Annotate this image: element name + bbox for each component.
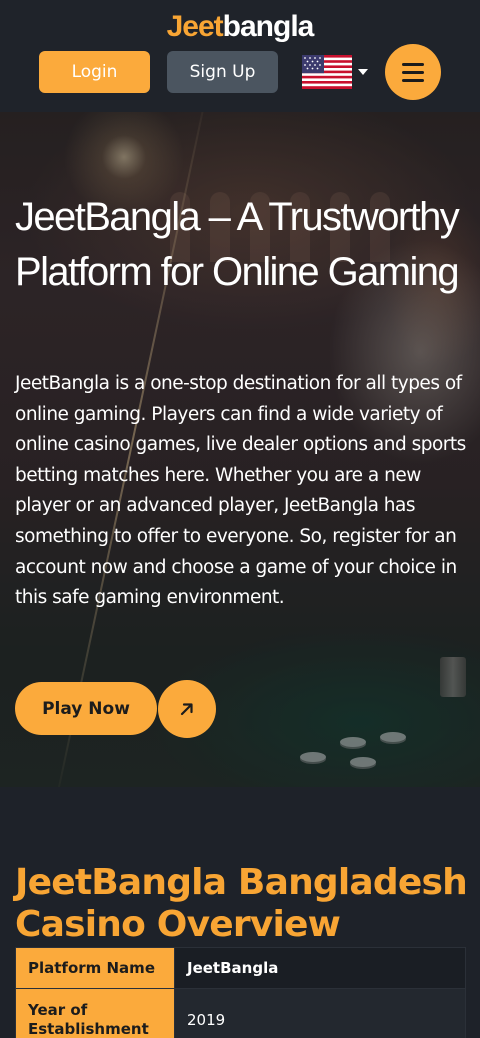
- hamburger-menu-icon[interactable]: [385, 44, 441, 100]
- play-now-button[interactable]: Play Now: [15, 682, 157, 735]
- overview-table: Platform Name JeetBangla Year of Establi…: [15, 947, 466, 1038]
- site-header: Jeetbangla Login Sign Up: [0, 0, 480, 112]
- table-key: Year of Establishment: [15, 988, 175, 1038]
- table-row: Year of Establishment 2019: [15, 988, 466, 1038]
- overview-title: JeetBangla Bangladesh Casino Overview: [15, 862, 468, 945]
- arrow-up-right-icon[interactable]: [158, 680, 216, 738]
- table-key: Platform Name: [15, 947, 175, 989]
- language-selector[interactable]: [302, 54, 370, 90]
- logo[interactable]: Jeetbangla: [0, 10, 480, 44]
- hero-section: JeetBangla – A Trustworthy Platform for …: [0, 112, 480, 787]
- login-button[interactable]: Login: [39, 51, 150, 93]
- hero-description: JeetBangla is a one-stop destination for…: [15, 373, 466, 609]
- us-flag-icon: [302, 55, 352, 89]
- logo-part-jeet: Jeet: [166, 10, 224, 43]
- hero-title: JeetBangla – A Trustworthy Platform for …: [15, 195, 460, 294]
- logo-part-bangla: bangla: [222, 10, 315, 43]
- chevron-down-icon: [358, 69, 368, 75]
- table-value: 2019: [174, 988, 466, 1038]
- table-value: JeetBangla: [174, 947, 466, 989]
- table-row: Platform Name JeetBangla: [15, 947, 466, 989]
- signup-button[interactable]: Sign Up: [167, 51, 278, 93]
